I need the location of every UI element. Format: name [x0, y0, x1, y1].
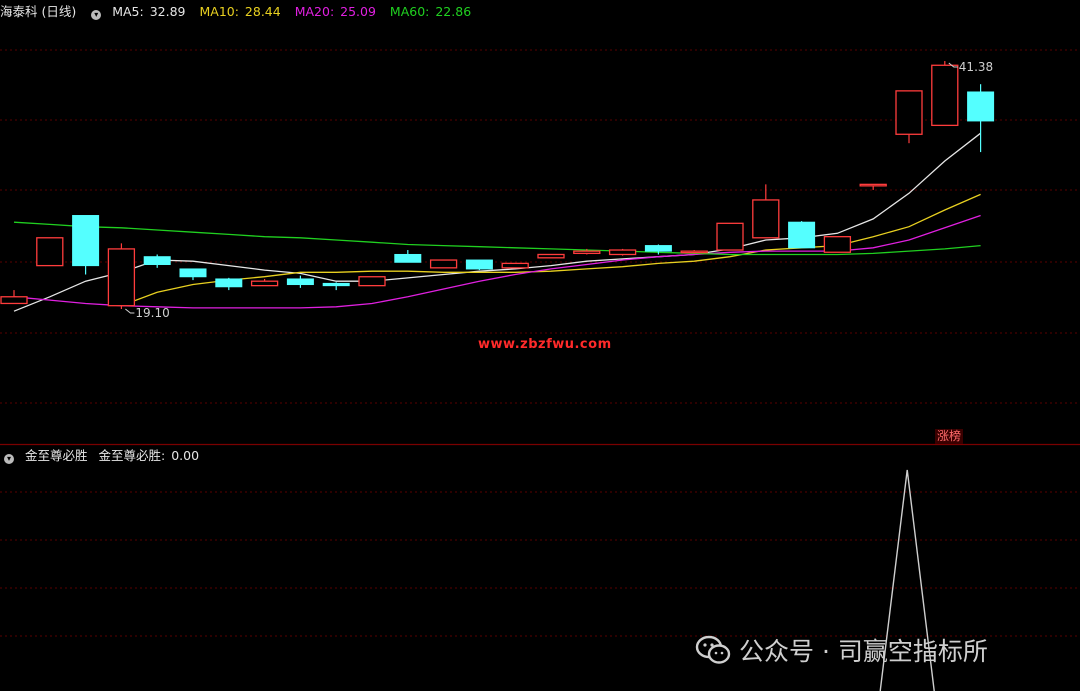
candle-up — [931, 64, 959, 127]
ma60-label: MA60: — [389, 4, 430, 19]
candle-up — [752, 199, 780, 239]
candle-down — [143, 256, 171, 265]
candle-down — [322, 282, 350, 287]
limit-up-badge: 涨榜 — [935, 429, 964, 444]
wechat-footer: 公众号 · 司赢空指标所 — [695, 630, 988, 670]
ma10-value: 28.44 — [244, 4, 281, 19]
candle-up — [358, 276, 386, 287]
candle-up — [537, 253, 565, 259]
ma10-label: MA10: — [199, 4, 239, 19]
watermark-text: www.zbzfwu.com — [478, 337, 612, 352]
ma5-label: MA5: — [112, 4, 144, 19]
indicator-value: 0.00 — [171, 448, 200, 463]
wechat-account-name: 公众号 · 司赢空指标所 — [739, 637, 988, 666]
candle-up — [895, 90, 923, 135]
main-chart-header: 海泰科 (日线) ▾ MA5: 32.89 MA10: 28.44 MA20: … — [0, 2, 481, 22]
stock-title: 海泰科 (日线) — [0, 4, 77, 19]
candle-down — [788, 221, 816, 249]
ma20-label: MA20: — [294, 4, 335, 19]
candle-up — [680, 250, 708, 254]
candle-up — [0, 296, 28, 305]
ma-line-ma5 — [13, 132, 981, 312]
candle-down — [967, 91, 995, 122]
candle-up — [107, 248, 136, 307]
candle-up — [859, 183, 887, 187]
low-price-label: 19.10 — [135, 306, 169, 320]
high-price-label: 41.38 — [959, 60, 993, 74]
indicator-label: 金至尊必胜: — [98, 448, 166, 463]
candle-down — [644, 245, 672, 252]
candle-down — [215, 278, 243, 288]
indicator-toggle-icon[interactable]: ▾ — [4, 454, 14, 464]
ma60-value: 22.86 — [435, 4, 472, 19]
collapse-toggle-icon[interactable]: ▾ — [91, 10, 102, 20]
candle-up — [36, 237, 64, 267]
candle-down — [286, 278, 314, 286]
candle-up — [429, 259, 458, 269]
candle-up — [501, 262, 529, 269]
candle-down — [72, 215, 100, 267]
candle-down — [179, 268, 207, 278]
indicator-header: ▾ 金至尊必胜 金至尊必胜: 0.00 — [0, 446, 206, 466]
low-price-arrow — [125, 308, 135, 314]
candle-up — [573, 250, 601, 255]
candle-up — [608, 249, 637, 256]
candle-down — [465, 259, 493, 270]
indicator-title: 金至尊必胜 — [24, 448, 88, 463]
candle-up — [823, 236, 852, 253]
ma20-value: 25.09 — [340, 4, 376, 19]
wechat-icon — [695, 635, 731, 664]
candle-up — [716, 222, 744, 251]
ma5-value: 32.89 — [149, 4, 186, 19]
candle-down — [394, 253, 422, 263]
candle-up — [250, 280, 279, 287]
